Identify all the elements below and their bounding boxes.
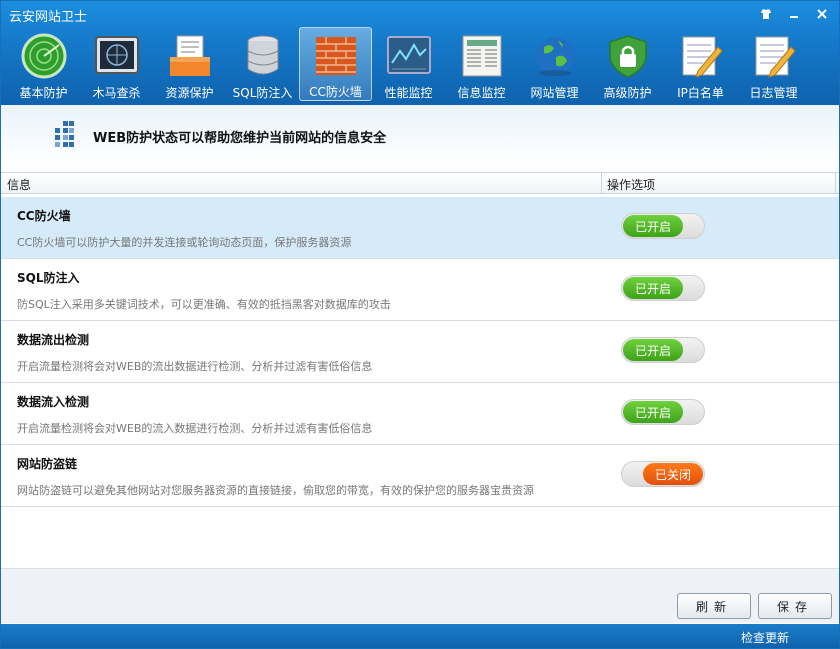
- status-bar: 检查更新: [1, 624, 839, 648]
- tool-label: 网站管理: [530, 86, 579, 100]
- toggle-state: 已关闭: [643, 463, 703, 485]
- tool-site-management[interactable]: 网站管理: [518, 27, 591, 101]
- save-button[interactable]: 保存: [758, 593, 832, 619]
- tool-label: CC防火墙: [309, 85, 362, 99]
- toggle-state: 已开启: [623, 401, 683, 423]
- refresh-button[interactable]: 刷新: [677, 593, 751, 619]
- tool-label: 基本防护: [19, 86, 68, 100]
- globe-icon: [530, 31, 580, 81]
- toggle-state: 已开启: [623, 339, 683, 361]
- item-description: 网站防盗链可以避免其他网站对您服务器资源的直接链接，偷取您的带宽，有效的保护您的…: [17, 484, 534, 497]
- column-header-options[interactable]: 操作选项: [607, 176, 655, 193]
- radar-icon: [19, 31, 69, 81]
- main-toolbar: 基本防护 木马查杀 资源保护 SQL防注入 CC防火墙 性能监控 信息监控 网站…: [7, 27, 810, 101]
- window-controls: [753, 3, 835, 25]
- document-tray-icon: [165, 31, 215, 81]
- item-title: SQL防注入: [17, 271, 80, 285]
- toggle-switch[interactable]: 已开启: [621, 213, 705, 239]
- column-divider: [835, 173, 836, 193]
- brick-wall-icon: [311, 32, 361, 80]
- item-description: 开启流量检测将会对WEB的流出数据进行检测、分析并过滤有害低俗信息: [17, 360, 373, 373]
- tool-cc-firewall[interactable]: CC防火墙: [299, 27, 372, 101]
- skin-icon[interactable]: [753, 3, 779, 25]
- app-window: 云安网站卫士 基本防护 木马查杀 资源保护 SQL防注入 CC防火墙 性能监控 …: [0, 0, 840, 649]
- list-item-cc-firewall[interactable]: CC防火墙 CC防火墙可以防护大量的并发连接或轮询动态页面，保护服务器资源 已开…: [1, 197, 839, 259]
- toggle-state: 已开启: [623, 215, 683, 237]
- tool-advanced-protection[interactable]: 高级防护: [591, 27, 664, 101]
- item-title: CC防火墙: [17, 209, 71, 223]
- table-header: 信息 操作选项: [1, 172, 839, 194]
- toggle-switch[interactable]: 已开启: [621, 337, 705, 363]
- toggle-switch[interactable]: 已开启: [621, 399, 705, 425]
- close-button[interactable]: [809, 3, 835, 25]
- item-description: 开启流量检测将会对WEB的流入数据进行检测、分析并过滤有害低俗信息: [17, 422, 373, 435]
- protection-list: CC防火墙 CC防火墙可以防护大量的并发连接或轮询动态页面，保护服务器资源 已开…: [1, 197, 839, 507]
- performance-chart-icon: [384, 31, 434, 81]
- tool-trojan-scan[interactable]: 木马查杀: [80, 27, 153, 101]
- notepad-pencil-icon: [676, 31, 726, 81]
- column-header-info[interactable]: 信息: [7, 176, 31, 193]
- app-title: 云安网站卫士: [9, 10, 88, 25]
- toggle-switch[interactable]: 已开启: [621, 275, 705, 301]
- minimize-button[interactable]: [781, 3, 807, 25]
- toggle-state: 已开启: [623, 277, 683, 299]
- item-title: 数据流入检测: [17, 395, 90, 409]
- list-item-outbound-detection[interactable]: 数据流出检测 开启流量检测将会对WEB的流出数据进行检测、分析并过滤有害低俗信息…: [1, 321, 839, 383]
- tool-log-management[interactable]: 日志管理: [737, 27, 810, 101]
- tool-performance-monitor[interactable]: 性能监控: [372, 27, 445, 101]
- tool-label: 木马查杀: [92, 86, 141, 100]
- tool-info-monitor[interactable]: 信息监控: [445, 27, 518, 101]
- list-item-sql-injection[interactable]: SQL防注入 防SQL注入采用多关键词技术，可以更准确、有效的抵挡黑客对数据库的…: [1, 259, 839, 321]
- tool-label: 性能监控: [384, 86, 433, 100]
- check-update-link[interactable]: 检查更新: [741, 629, 789, 646]
- scan-monitor-icon: [92, 31, 142, 81]
- tool-ip-whitelist[interactable]: IP白名单: [664, 27, 737, 101]
- tool-label: 高级防护: [603, 86, 652, 100]
- shield-lock-icon: [603, 31, 653, 81]
- item-description: CC防火墙可以防护大量的并发连接或轮询动态页面，保护服务器资源: [17, 236, 352, 249]
- list-item-hotlink-protection[interactable]: 网站防盗链 网站防盗链可以避免其他网站对您服务器资源的直接链接，偷取您的带宽，有…: [1, 445, 839, 507]
- banner-text: WEB防护状态可以帮助您维护当前网站的信息安全: [93, 131, 387, 146]
- item-title: 网站防盗链: [17, 457, 78, 471]
- title-bar: 云安网站卫士 基本防护 木马查杀 资源保护 SQL防注入 CC防火墙 性能监控 …: [1, 1, 839, 105]
- action-bar: 刷新 保存: [1, 568, 839, 623]
- log-pencil-icon: [749, 31, 799, 81]
- tool-label: 资源保护: [165, 86, 214, 100]
- item-description: 防SQL注入采用多关键词技术，可以更准确、有效的抵挡黑客对数据库的攻击: [17, 298, 391, 311]
- database-icon: [238, 31, 288, 81]
- item-title: 数据流出检测: [17, 333, 90, 347]
- tool-label: 信息监控: [457, 86, 506, 100]
- tool-sql-injection[interactable]: SQL防注入: [226, 27, 299, 101]
- tool-label: IP白名单: [677, 86, 724, 100]
- tool-resource-protection[interactable]: 资源保护: [153, 27, 226, 101]
- column-divider[interactable]: [601, 173, 602, 193]
- list-item-inbound-detection[interactable]: 数据流入检测 开启流量检测将会对WEB的流入数据进行检测、分析并过滤有害低俗信息…: [1, 383, 839, 445]
- grid-dots-icon: [55, 121, 79, 150]
- toggle-switch[interactable]: 已关闭: [621, 461, 705, 487]
- tool-label: 日志管理: [749, 86, 798, 100]
- tool-label: SQL防注入: [232, 86, 293, 100]
- newspaper-icon: [457, 31, 507, 81]
- tool-basic-protection[interactable]: 基本防护: [7, 27, 80, 101]
- info-banner: WEB防护状态可以帮助您维护当前网站的信息安全: [1, 105, 839, 167]
